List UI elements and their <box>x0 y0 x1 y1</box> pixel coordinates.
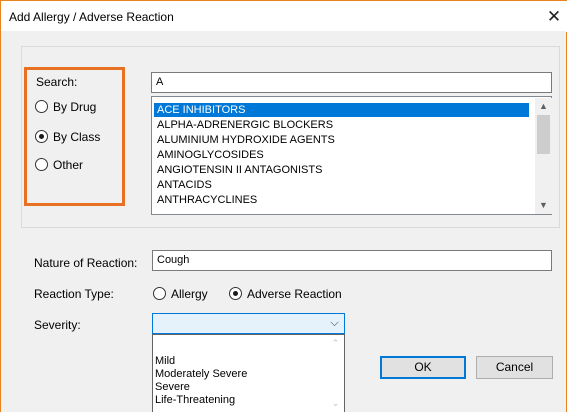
radio-by-drug[interactable]: By Drug <box>35 99 115 115</box>
nature-input[interactable]: Cough <box>152 250 552 271</box>
search-label: Search: <box>36 75 78 89</box>
dropdown-scrollbar[interactable]: ⌃ ⌄ <box>327 335 344 413</box>
radio-adverse-reaction[interactable]: Adverse Reaction <box>229 286 349 302</box>
severity-select[interactable]: ⌵ <box>152 313 345 334</box>
drug-class-list[interactable]: ACE INHIBITORS ALPHA-ADRENERGIC BLOCKERS… <box>151 96 552 215</box>
title-bar[interactable]: Add Allergy / Adverse Reaction ✕ <box>1 1 567 32</box>
list-item[interactable]: ANTHRACYCLINES <box>154 193 529 207</box>
close-icon[interactable]: ✕ <box>541 6 567 28</box>
radio-allergy-circle[interactable] <box>153 287 166 300</box>
radio-by-drug-circle[interactable] <box>35 100 48 113</box>
list-item[interactable]: ANTACIDS <box>154 178 529 192</box>
severity-option[interactable]: Mild <box>155 355 175 368</box>
scroll-down-icon[interactable]: ⌄ <box>327 395 344 412</box>
radio-adverse-reaction-circle[interactable] <box>229 287 242 300</box>
severity-dropdown-list[interactable]: Mild Moderately Severe Severe Life-Threa… <box>152 334 345 413</box>
scroll-down-icon[interactable]: ▼ <box>535 197 552 214</box>
radio-adverse-reaction-label: Adverse Reaction <box>247 287 342 301</box>
ok-button[interactable]: OK <box>380 356 466 379</box>
chevron-down-icon[interactable]: ⌵ <box>325 314 344 333</box>
list-item[interactable]: AMINOGLYCOSIDES <box>154 148 529 162</box>
list-item[interactable]: ALUMINIUM HYDROXIDE AGENTS <box>154 133 529 147</box>
severity-option[interactable]: Life-Threatening <box>155 394 235 407</box>
scroll-thumb[interactable] <box>537 115 550 154</box>
reaction-type-label: Reaction Type: <box>34 287 114 301</box>
scroll-up-icon[interactable]: ▲ <box>535 98 552 115</box>
list-item[interactable]: ALPHA-ADRENERGIC BLOCKERS <box>154 118 529 132</box>
list-item[interactable]: ANGIOTENSIN II ANTAGONISTS <box>154 163 529 177</box>
radio-by-class-circle[interactable] <box>35 130 48 143</box>
search-input[interactable]: A <box>151 72 552 93</box>
window-title: Add Allergy / Adverse Reaction <box>9 10 174 24</box>
radio-allergy[interactable]: Allergy <box>153 286 213 302</box>
list-item[interactable]: ACE INHIBITORS <box>154 103 529 117</box>
severity-label: Severity: <box>34 318 81 332</box>
list-scrollbar[interactable]: ▲ ▼ <box>535 98 552 214</box>
radio-allergy-label: Allergy <box>171 287 208 301</box>
radio-other-label: Other <box>53 158 84 172</box>
cancel-button[interactable]: Cancel <box>476 356 553 379</box>
nature-label: Nature of Reaction: <box>34 256 138 270</box>
severity-option[interactable]: Moderately Severe <box>155 368 247 381</box>
radio-other[interactable]: Other <box>35 157 115 173</box>
radio-other-circle[interactable] <box>35 158 48 171</box>
radio-by-drug-label: By Drug <box>53 100 97 114</box>
severity-option[interactable]: Severe <box>155 381 190 394</box>
radio-by-class[interactable]: By Class <box>35 129 115 145</box>
radio-by-class-label: By Class <box>53 130 101 144</box>
scroll-up-icon[interactable]: ⌃ <box>327 335 344 352</box>
